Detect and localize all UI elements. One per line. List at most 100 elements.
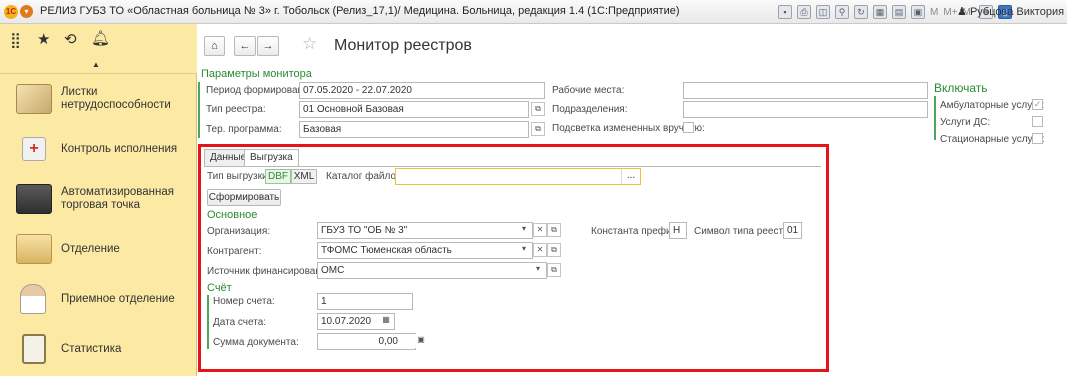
memory-button[interactable]: M [930, 7, 938, 18]
departments-field[interactable] [683, 101, 928, 118]
link-icon[interactable]: ⚲ [835, 5, 849, 19]
dbf-option[interactable]: DBF [265, 169, 291, 184]
period-field[interactable]: 07.05.2020 - 22.07.2020 [299, 82, 545, 99]
prefix-field[interactable]: Н [669, 222, 687, 239]
arrow-left-icon: ← [239, 40, 251, 52]
stationary-checkbox[interactable] [1032, 133, 1043, 144]
document-sum-label: Сумма документа: [213, 337, 299, 348]
sidebar-top: ⣿ ★ ⟲ 🔔︎ ▲ [0, 24, 197, 74]
sidebar-item-admission[interactable]: Приемное отделение [0, 274, 197, 324]
history-clock-icon[interactable]: ⟲ [64, 30, 77, 48]
invoice-section-title: Счёт [207, 282, 232, 294]
main-section-title: Основное [207, 209, 258, 221]
type-field[interactable]: 01 Основной Базовая [299, 101, 529, 118]
save-icon[interactable]: ▪ [778, 5, 792, 19]
app-logo-icon: 1С [4, 5, 18, 19]
params-group-title: Параметры монитора [201, 68, 312, 80]
open-icon[interactable]: ⧉ [547, 243, 561, 257]
dropdown-icon[interactable]: ▾ [531, 263, 545, 277]
open-icon[interactable]: ⧉ [547, 263, 561, 277]
user-label: Рубцова Виктория [969, 6, 1065, 18]
symbol-label: Символ типа реестра: [694, 226, 797, 237]
sidebar-item-label: Автоматизированная торговая точка [61, 186, 174, 211]
export-type-label: Тип выгрузки: [207, 171, 271, 182]
user-name[interactable]: ♟ Рубцова Виктория [957, 5, 1064, 18]
print-icon[interactable]: ⎙ [797, 5, 811, 19]
sidebar-item-control[interactable]: + Контроль исполнения [0, 124, 197, 174]
sidebar-item-statistics[interactable]: Статистика [0, 324, 197, 374]
sidebar-item-label: Листки нетрудоспособности [61, 86, 171, 111]
clear-icon[interactable]: ✕ [533, 223, 547, 237]
home-icon: ⌂ [211, 40, 218, 52]
sidebar: ⣿ ★ ⟲ 🔔︎ ▲ Листки нетрудоспособности + К… [0, 24, 197, 376]
arrow-right-icon: → [262, 40, 274, 52]
calculator-icon[interactable]: ▣ [911, 5, 925, 19]
sidebar-item-department[interactable]: Отделение [0, 224, 197, 274]
calendar-icon[interactable]: ▦ [379, 314, 393, 328]
forward-button[interactable]: → [257, 36, 279, 56]
workplaces-field[interactable] [683, 82, 928, 99]
ambulatory-checkbox[interactable]: ✓ [1032, 99, 1043, 110]
apps-grid-icon[interactable]: ⣿ [10, 31, 21, 49]
favorites-star-icon[interactable]: ★ [37, 30, 50, 48]
open-icon[interactable]: ⧉ [531, 102, 545, 116]
xml-option[interactable]: XML [291, 169, 317, 184]
dropdown-icon[interactable]: ▾ [517, 243, 531, 257]
program-field[interactable]: Базовая [299, 121, 529, 138]
history-icon[interactable]: ↻ [854, 5, 868, 19]
memory-plus-button[interactable]: M+ [943, 7, 957, 18]
preview-icon[interactable]: ◫ [816, 5, 830, 19]
generate-button[interactable]: Сформировать [207, 189, 281, 206]
departments-label: Подразделения: [552, 104, 628, 115]
organization-field[interactable]: ГБУЗ ТО "ОБ № 3" [317, 222, 533, 239]
document-sum-field[interactable]: 0,00 [317, 333, 416, 350]
invoice-group-line [207, 295, 209, 349]
table-icon[interactable]: ▦ [873, 5, 887, 19]
include-group-title: Включать [934, 81, 988, 95]
program-label: Тер. программа: [206, 124, 282, 135]
cash-register-icon [16, 184, 52, 214]
organization-label: Организация: [207, 226, 271, 237]
back-button[interactable]: ← [234, 36, 256, 56]
tab-export[interactable]: Выгрузка [244, 149, 299, 166]
main-menu-icon[interactable]: ▾ [20, 5, 33, 18]
catalog-select-button[interactable]: ... [621, 169, 640, 184]
tab-divider [204, 166, 821, 167]
clear-icon[interactable]: ✕ [533, 243, 547, 257]
open-icon[interactable]: ⧉ [547, 223, 561, 237]
stationary-label: Стационарные услуги: [940, 134, 1045, 145]
page-title: Монитор реестров [334, 37, 472, 54]
invoice-number-field[interactable]: 1 [317, 293, 413, 310]
ds-label: Услуги ДС: [940, 117, 991, 128]
ds-checkbox[interactable] [1032, 116, 1043, 127]
dropdown-icon[interactable]: ▾ [517, 223, 531, 237]
catalog-field[interactable] [395, 168, 641, 185]
sick-leave-icon [16, 84, 52, 114]
sidebar-item-label: Приемное отделение [61, 292, 175, 305]
highlight-checkbox[interactable] [683, 122, 694, 133]
symbol-field[interactable]: 01 [783, 222, 802, 239]
sidebar-item-sick-leave[interactable]: Листки нетрудоспособности [0, 74, 197, 124]
workplaces-label: Рабочие места: [552, 85, 625, 96]
params-group-line [198, 82, 200, 138]
calculator-icon[interactable]: ▣ [414, 334, 428, 348]
scroll-up-icon[interactable]: ▲ [92, 60, 100, 69]
favorite-star-icon[interactable]: ☆ [302, 34, 317, 54]
first-aid-icon: + [22, 137, 46, 161]
user-icon: ♟ [957, 6, 967, 18]
catalog-label: Каталог файлов: [326, 171, 405, 182]
calendar-icon[interactable]: ▤ [892, 5, 906, 19]
title-bar: 1С ▾ РЕЛИЗ ГУБЗ ТО «Областная больница №… [0, 0, 1067, 24]
contractor-field[interactable]: ТФОМС Тюменская область [317, 242, 533, 259]
notifications-bell-icon[interactable]: 🔔︎ [91, 29, 110, 47]
sidebar-item-trade-point[interactable]: Автоматизированная торговая точка [0, 174, 197, 224]
open-icon[interactable]: ⧉ [531, 122, 545, 136]
funding-source-field[interactable]: ОМС [317, 262, 547, 279]
doctor-icon [20, 284, 46, 314]
window-title: РЕЛИЗ ГУБЗ ТО «Областная больница № 3» г… [40, 5, 680, 17]
home-button[interactable]: ⌂ [204, 36, 225, 56]
invoice-number-label: Номер счета: [213, 296, 275, 307]
type-label: Тип реестра: [206, 104, 266, 115]
contractor-label: Контрагент: [207, 246, 262, 257]
main-panel: ⌂ ← → ☆ Монитор реестров Параметры монит… [198, 24, 1067, 376]
